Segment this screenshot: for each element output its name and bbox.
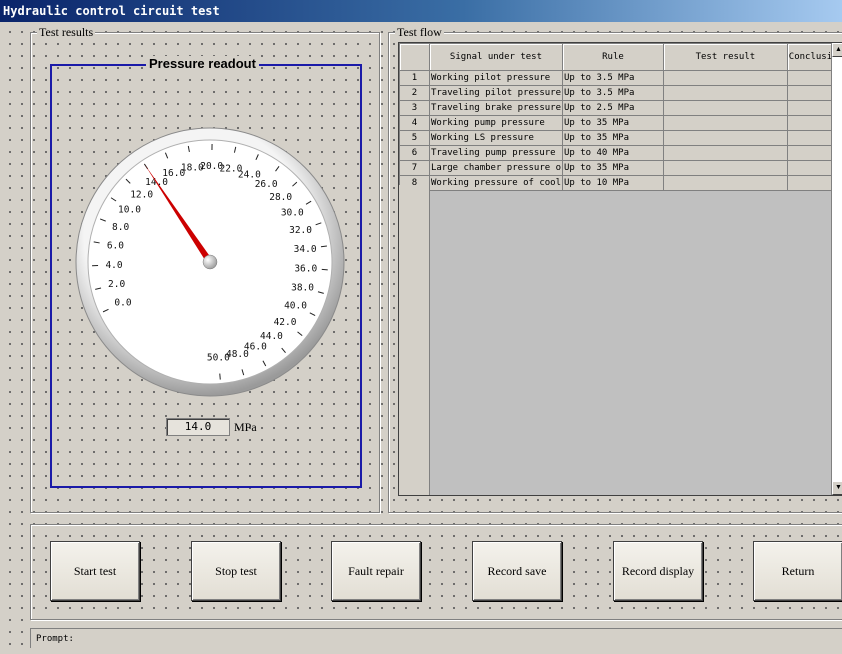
gauge-tick-label: 26.0 bbox=[255, 179, 278, 190]
gauge-title: Pressure readout bbox=[146, 56, 259, 71]
gauge-tick-label: 0.0 bbox=[114, 298, 131, 309]
result-cell[interactable] bbox=[662, 70, 788, 86]
gauge-tick-label: 44.0 bbox=[260, 331, 283, 342]
row-number[interactable]: 6 bbox=[399, 145, 430, 161]
gauge-hub bbox=[202, 254, 218, 270]
test-flow-grid[interactable]: Signal under test Rule Test result Concl… bbox=[399, 43, 842, 191]
fault-repair-button[interactable]: Fault repair bbox=[331, 541, 421, 601]
row-number[interactable]: 4 bbox=[399, 115, 430, 131]
table-row[interactable]: 6 Traveling pump pressure Up to 40 MPa bbox=[399, 145, 842, 161]
column-header-signal[interactable]: Signal under test bbox=[428, 43, 564, 71]
gauge-tick-label: 50.0 bbox=[207, 353, 230, 364]
gauge-tick-label: 28.0 bbox=[269, 192, 292, 203]
gauge-tick-label: 32.0 bbox=[289, 225, 312, 236]
rule-cell[interactable]: Up to 3.5 MPa bbox=[562, 70, 664, 86]
scroll-down-arrow-icon[interactable]: ▼ bbox=[832, 481, 842, 495]
table-row[interactable]: 3 Traveling brake pressure Up to 2.5 MPa bbox=[399, 100, 842, 116]
signal-cell[interactable]: Working pressure of cool bbox=[428, 175, 564, 191]
row-number[interactable]: 1 bbox=[399, 70, 430, 86]
rule-cell[interactable]: Up to 35 MPa bbox=[562, 160, 664, 176]
row-number[interactable]: 5 bbox=[399, 130, 430, 146]
row-number[interactable]: 3 bbox=[399, 100, 430, 116]
vertical-scrollbar[interactable]: ▲ ▼ bbox=[831, 43, 842, 495]
result-cell[interactable] bbox=[662, 160, 788, 176]
table-row[interactable]: 7 Large chamber pressure o Up to 35 MPa bbox=[399, 160, 842, 176]
stop-test-button[interactable]: Stop test bbox=[191, 541, 281, 601]
signal-cell[interactable]: Large chamber pressure o bbox=[428, 160, 564, 176]
result-cell[interactable] bbox=[662, 100, 788, 116]
column-header-result[interactable]: Test result bbox=[662, 43, 788, 71]
return-button[interactable]: Return bbox=[753, 541, 842, 601]
test-flow-table[interactable]: Signal under test Rule Test result Concl… bbox=[398, 42, 842, 496]
table-row[interactable]: 8 Working pressure of cool Up to 10 MPa bbox=[399, 175, 842, 191]
rule-cell[interactable]: Up to 35 MPa bbox=[562, 115, 664, 131]
gauge-tick-label: 40.0 bbox=[284, 301, 307, 312]
test-results-legend: Test results bbox=[37, 25, 96, 40]
gauge-tick-label: 30.0 bbox=[281, 208, 304, 219]
signal-cell[interactable]: Working pump pressure bbox=[428, 115, 564, 131]
signal-cell[interactable]: Traveling pump pressure bbox=[428, 145, 564, 161]
result-cell[interactable] bbox=[662, 85, 788, 101]
window-title: Hydraulic control circuit test bbox=[0, 0, 842, 22]
table-row[interactable]: 2 Traveling pilot pressure Up to 3.5 MPa bbox=[399, 85, 842, 101]
table-row[interactable]: 4 Working pump pressure Up to 35 MPa bbox=[399, 115, 842, 131]
signal-cell[interactable]: Traveling brake pressure bbox=[428, 100, 564, 116]
gauge-tick-label: 42.0 bbox=[274, 317, 297, 328]
result-cell[interactable] bbox=[662, 130, 788, 146]
row-number[interactable]: 2 bbox=[399, 85, 430, 101]
table-row[interactable]: 5 Working LS pressure Up to 35 MPa bbox=[399, 130, 842, 146]
status-bar: Prompt: bbox=[30, 628, 842, 648]
result-cell[interactable] bbox=[662, 115, 788, 131]
gauge-tick bbox=[219, 373, 221, 380]
row-number[interactable]: 7 bbox=[399, 160, 430, 176]
gauge-tick-label: 34.0 bbox=[294, 244, 317, 255]
rule-cell[interactable]: Up to 40 MPa bbox=[562, 145, 664, 161]
signal-cell[interactable]: Traveling pilot pressure bbox=[428, 85, 564, 101]
start-test-button[interactable]: Start test bbox=[50, 541, 140, 601]
gauge-tick-label: 2.0 bbox=[108, 279, 125, 290]
gauge-tick-label: 10.0 bbox=[118, 205, 141, 216]
table-row[interactable]: 1 Working pilot pressure Up to 3.5 MPa bbox=[399, 70, 842, 86]
client-area: Test results Pressure readout 0.0 2.0 4.0 6… bbox=[0, 22, 842, 654]
column-header-rule[interactable]: Rule bbox=[562, 43, 664, 71]
gauge-tick-label: 4.0 bbox=[105, 260, 122, 271]
signal-cell[interactable]: Working pilot pressure bbox=[428, 70, 564, 86]
gauge-tick-label: 8.0 bbox=[112, 222, 129, 233]
gauge-tick-label: 36.0 bbox=[294, 263, 317, 274]
record-display-button[interactable]: Record display bbox=[613, 541, 703, 601]
scroll-up-arrow-icon[interactable]: ▲ bbox=[832, 43, 842, 57]
button-panel bbox=[30, 524, 842, 620]
test-flow-legend: Test flow bbox=[395, 25, 444, 40]
pressure-unit: MPa bbox=[234, 420, 257, 434]
rule-cell[interactable]: Up to 10 MPa bbox=[562, 175, 664, 191]
result-cell[interactable] bbox=[662, 145, 788, 161]
row-header-strip bbox=[399, 185, 430, 495]
rule-cell[interactable]: Up to 2.5 MPa bbox=[562, 100, 664, 116]
signal-cell[interactable]: Working LS pressure bbox=[428, 130, 564, 146]
gauge-tick-label: 12.0 bbox=[130, 190, 153, 201]
prompt-label: Prompt: bbox=[36, 634, 74, 644]
result-cell[interactable] bbox=[662, 175, 788, 191]
gauge-tick-label: 6.0 bbox=[107, 241, 124, 252]
gauge-tick-label: 38.0 bbox=[291, 282, 314, 293]
row-number-header bbox=[399, 43, 430, 71]
pressure-readout-field: 14.0 bbox=[166, 418, 230, 436]
rule-cell[interactable]: Up to 3.5 MPa bbox=[562, 85, 664, 101]
record-save-button[interactable]: Record save bbox=[472, 541, 562, 601]
pressure-gauge: 0.02.04.06.08.010.012.014.016.018.020.02… bbox=[75, 127, 345, 397]
rule-cell[interactable]: Up to 35 MPa bbox=[562, 130, 664, 146]
